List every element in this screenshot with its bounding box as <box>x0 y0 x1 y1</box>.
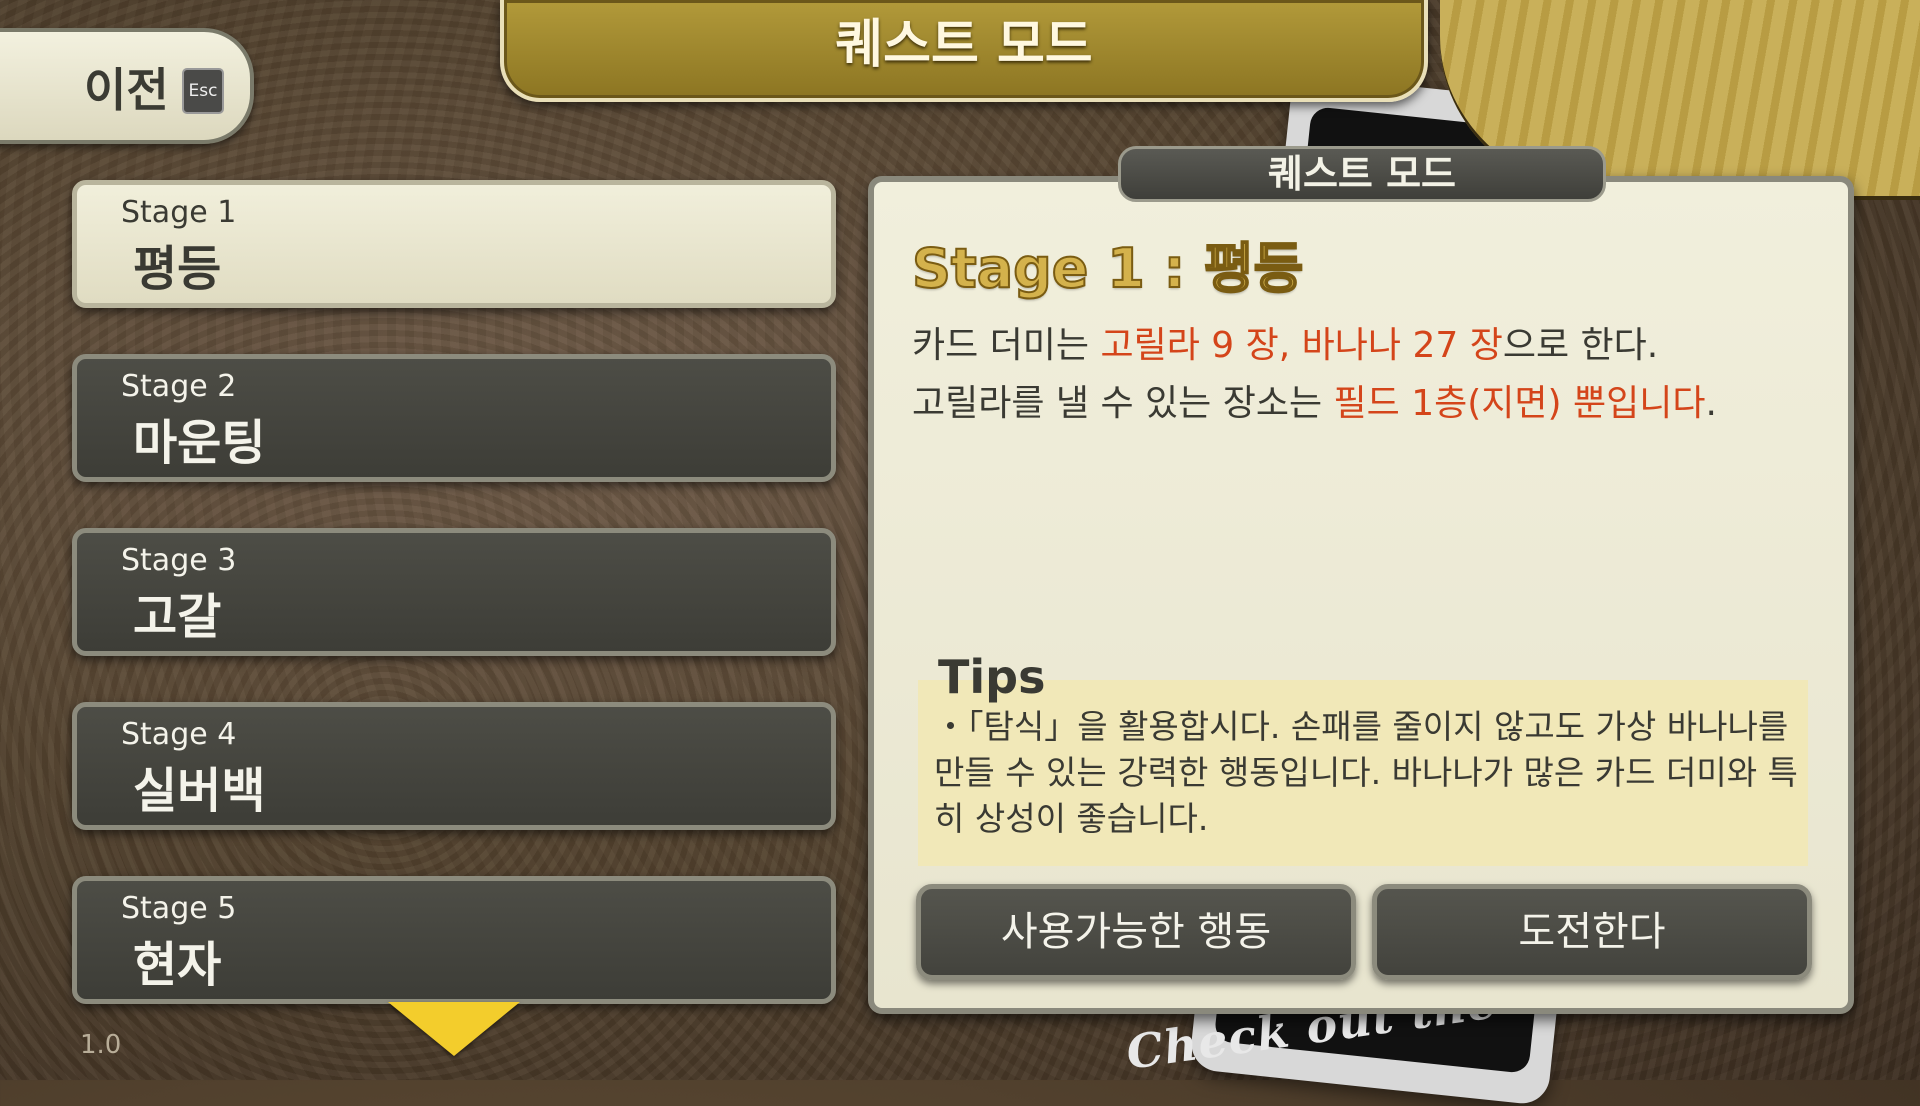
panel-header-title: 퀘스트 모드 <box>1267 152 1457 196</box>
stage-number: Stage 2 <box>121 369 237 404</box>
stage-name: 마운팅 <box>133 415 266 471</box>
stage-name: 현자 <box>133 937 222 993</box>
stage-number: Stage 4 <box>121 717 237 752</box>
stage-item-4[interactable]: Stage 4 실버백 <box>72 702 836 830</box>
chevron-down-icon[interactable] <box>388 1002 520 1056</box>
tips-text: ・「탐식」을 활용합시다. 손패를 줄이지 않고도 가상 바나나를 만들 수 있… <box>934 707 1798 838</box>
stage-number: Stage 1 <box>121 195 237 230</box>
tips-title: Tips <box>938 650 1046 704</box>
page-title: 퀘스트 모드 <box>835 15 1093 75</box>
stage-item-3[interactable]: Stage 3 고갈 <box>72 528 836 656</box>
stage-number: Stage 3 <box>121 543 237 578</box>
stage-name: 실버백 <box>133 763 266 819</box>
back-button[interactable]: 이전 Esc <box>0 28 254 144</box>
available-actions-label: 사용가능한 행동 <box>1000 909 1272 955</box>
available-actions-button[interactable]: 사용가능한 행동 <box>916 884 1356 980</box>
version-label: 1.0 <box>80 1030 122 1060</box>
stage-name: 고갈 <box>133 589 222 645</box>
panel-header: 퀘스트 모드 <box>1118 146 1606 202</box>
esc-key-icon: Esc <box>182 68 224 114</box>
stage-item-5[interactable]: Stage 5 현자 <box>72 876 836 1004</box>
stage-heading: Stage 1 : 평등 <box>911 236 1304 301</box>
description-line-1: 카드 더미는 고릴라 9 장, 바나나 27 장으로 한다. <box>912 325 1659 366</box>
challenge-button[interactable]: 도전한다 <box>1372 884 1812 980</box>
back-button-label: 이전 <box>84 63 169 117</box>
stage-number: Stage 5 <box>121 891 237 926</box>
title-banner: 퀘스트 모드 <box>500 0 1428 102</box>
stage-name: 평등 <box>133 241 222 297</box>
stage-item-2[interactable]: Stage 2 마운팅 <box>72 354 836 482</box>
stage-item-1[interactable]: Stage 1 평등 <box>72 180 836 308</box>
challenge-label: 도전한다 <box>1518 909 1666 955</box>
description-line-2: 고릴라를 낼 수 있는 장소는 필드 1층(지면) 뿐입니다. <box>912 383 1717 424</box>
